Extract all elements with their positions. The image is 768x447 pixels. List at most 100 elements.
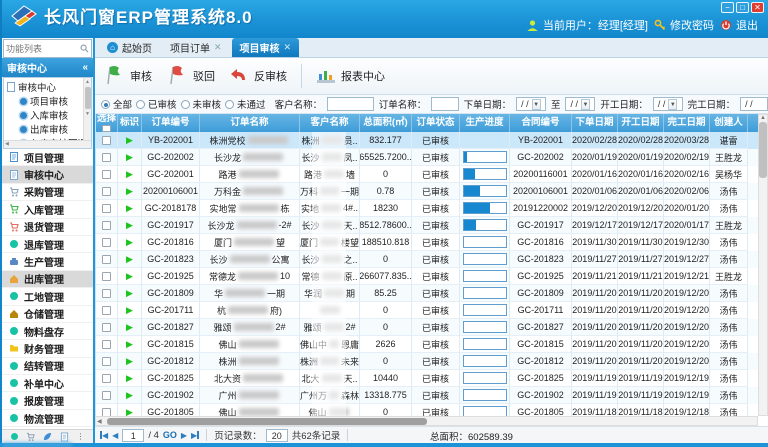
table-row[interactable]: ▶GC-201711杭府)0已审核GC-2017112019/11/202019… [96, 302, 758, 319]
row-checkbox[interactable] [102, 340, 111, 349]
table-row[interactable]: ▶GC-201902广州广州万森林13318.775已审核GC-20190220… [96, 387, 758, 404]
close-button[interactable]: ✕ [751, 2, 764, 13]
start-date-input[interactable]: / /▼ [653, 97, 683, 111]
tab-项目审核[interactable]: 项目审核✕ [232, 38, 300, 57]
order-date-to-input[interactable]: / /▼ [565, 97, 595, 111]
sidebar-module[interactable]: 退库管理 [2, 236, 93, 253]
tab-项目订单[interactable]: 项目订单✕ [162, 38, 230, 57]
radio-未审核[interactable]: 未审核 [181, 97, 222, 111]
驳回-button[interactable]: 驳回 [166, 64, 215, 89]
row-checkbox[interactable] [102, 391, 111, 400]
order-date-from-input[interactable]: / /▼ [516, 97, 546, 111]
customer-name-input[interactable] [327, 97, 374, 111]
row-checkbox[interactable] [102, 323, 111, 332]
column-header[interactable]: 订单名称 [200, 114, 300, 132]
row-checkbox[interactable] [102, 238, 111, 247]
sidebar-module[interactable]: 生产管理 [2, 253, 93, 270]
green-dot-icon[interactable] [10, 432, 19, 441]
tree-vertical-scrollbar[interactable]: ▲▼ [83, 78, 91, 148]
go-button[interactable]: GO [163, 430, 177, 440]
table-row[interactable]: ▶GC-201809华一期华润期85.25已审核GC-2018092019/11… [96, 285, 758, 302]
first-page-button[interactable]: ◀ [100, 431, 108, 440]
close-tab-icon[interactable]: ✕ [284, 42, 292, 53]
select-all-checkbox[interactable] [102, 125, 111, 133]
column-header[interactable]: 完工日期 [664, 114, 710, 132]
row-checkbox[interactable] [102, 374, 111, 383]
row-checkbox[interactable] [102, 272, 111, 281]
sidebar-panel-header[interactable]: 审核中心 « [2, 58, 93, 77]
row-checkbox[interactable] [102, 136, 111, 145]
function-search-input[interactable] [6, 44, 80, 54]
doc-icon[interactable] [60, 432, 69, 441]
审核-button[interactable]: 审核 [103, 64, 152, 89]
column-header[interactable]: 创建人 [710, 114, 748, 132]
table-row[interactable]: ▶GC-201816厦门望厦门楼望188510.818已审核GC-2018162… [96, 234, 758, 251]
tab-起始页[interactable]: ⌂起始页 [99, 38, 160, 57]
table-row[interactable]: ▶GC-201815佛山佛山中恩庸2626已审核GC-2018152019/11… [96, 336, 758, 353]
sidebar-module[interactable]: 审核中心 [2, 166, 93, 183]
last-page-button[interactable]: ▶ [191, 431, 199, 440]
collapse-icon[interactable]: « [82, 62, 88, 73]
column-header[interactable]: 总面积(㎡) [360, 114, 412, 132]
chevron-down-icon[interactable]: ▼ [581, 99, 590, 110]
close-tab-icon[interactable]: ✕ [214, 42, 222, 53]
row-checkbox[interactable] [102, 187, 111, 196]
column-header[interactable]: 生产进度 [460, 114, 510, 132]
sidebar-module[interactable]: 物料盘存 [2, 323, 93, 340]
sidebar-module[interactable]: 仓储管理 [2, 306, 93, 323]
table-row[interactable]: ▶GC-201805佛山佛山0已审核GC-2018052019/11/18201… [96, 404, 758, 416]
column-header[interactable]: 订单状态 [412, 114, 460, 132]
sidebar-module[interactable]: 退货管理 [2, 219, 93, 236]
column-header[interactable]: 订单编号 [142, 114, 200, 132]
报表中心-button[interactable]: 报表中心 [316, 66, 385, 87]
sidebar-module[interactable]: 入库管理 [2, 201, 93, 218]
sidebar-module[interactable]: 出库管理 [2, 271, 93, 288]
sidebar-module[interactable]: 财务管理 [2, 340, 93, 357]
next-page-button[interactable]: ▶ [181, 431, 187, 440]
row-checkbox[interactable] [102, 357, 111, 366]
prev-page-button[interactable]: ◀ [112, 431, 118, 440]
table-row[interactable]: ▶GC-201925常德龙10常德原..266077.835..已审核GC-20… [96, 268, 758, 285]
radio-已审核[interactable]: 已审核 [136, 97, 177, 111]
sidebar-module[interactable]: 物流管理 [2, 410, 93, 427]
cart-icon[interactable] [26, 432, 35, 441]
table-row[interactable]: ▶GC-201823长沙公寓长沙之..0已审核GC-2018232019/11/… [96, 251, 758, 268]
column-header[interactable]: 下单日期 [572, 114, 618, 132]
table-row[interactable]: ▶20200106001万科金万科一期0.78已审核20200106001202… [96, 183, 758, 200]
logout-button[interactable]: 退出 [720, 17, 758, 33]
row-checkbox[interactable] [102, 221, 111, 230]
table-row[interactable]: ▶GC-2018178实地常栋实地4#..18230已审核20191220002… [96, 200, 758, 217]
column-header[interactable]: 开工日期 [618, 114, 664, 132]
column-header[interactable]: 合同编号 [510, 114, 572, 132]
tree-root-audit-center[interactable]: 审核中心 [7, 80, 91, 94]
column-header[interactable]: 客户名称 [300, 114, 360, 132]
change-password-button[interactable]: 修改密码 [654, 17, 714, 33]
tree-item[interactable]: 出库审核 [7, 122, 91, 136]
radio-全部[interactable]: 全部 [101, 97, 132, 111]
tree-item[interactable]: 项目审核 [7, 94, 91, 108]
table-vertical-scrollbar[interactable]: ▲ [758, 114, 768, 416]
column-header[interactable]: 标识 [118, 114, 142, 132]
反审核-button[interactable]: 反审核 [229, 66, 287, 87]
row-checkbox[interactable] [102, 306, 111, 315]
table-row[interactable]: ▶GC-201917长沙龙-2#长沙天..8512.78600..已审核GC-2… [96, 217, 758, 234]
sidebar-module[interactable]: 项目管理 [2, 149, 93, 166]
page-number-input[interactable]: 1 [122, 429, 144, 442]
minimize-button[interactable]: − [721, 2, 734, 13]
table-row[interactable]: ▶GC-202002长沙龙长沙凤..65525.7200..已审核GC-2020… [96, 149, 758, 166]
table-row[interactable]: ▶GC-201812株洲株洲未来0已审核GC-2018122019/11/202… [96, 353, 758, 370]
table-row[interactable]: ▶GC-201827雅颂2#雅颂2#0已审核GC-2018272019/11/2… [96, 319, 758, 336]
sidebar-module[interactable]: 工地管理 [2, 288, 93, 305]
chevron-down-icon[interactable]: ▼ [532, 99, 541, 110]
more-dots-icon[interactable]: ⋮ [76, 432, 85, 441]
sidebar-module[interactable]: 结转管理 [2, 358, 93, 375]
tree-horizontal-scrollbar[interactable]: ◀ [4, 140, 91, 148]
table-row[interactable]: ▶GC-201825北大资北大天..10440已审核GC-2018252019/… [96, 370, 758, 387]
table-row[interactable]: ▶GC-202001路港路港墙0已审核202001160012020/01/16… [96, 166, 758, 183]
table-row[interactable]: ▶YB-202001株洲党校株洲员..832.177已审核YB-20200120… [96, 132, 758, 149]
sidebar-module[interactable]: 补单中心 [2, 375, 93, 392]
maximize-button[interactable]: □ [736, 2, 749, 13]
order-name-input[interactable] [431, 97, 458, 111]
function-search[interactable] [3, 39, 92, 58]
row-checkbox[interactable] [102, 153, 111, 162]
